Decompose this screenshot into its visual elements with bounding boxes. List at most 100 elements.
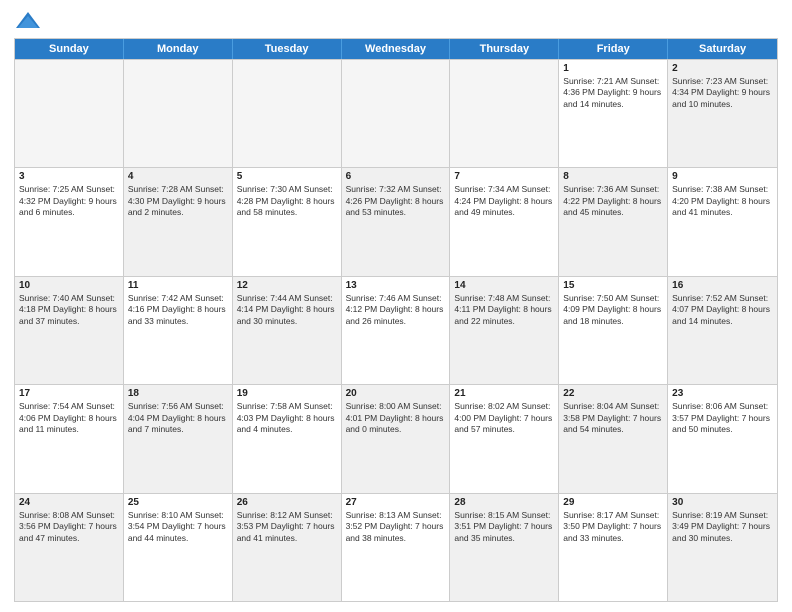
header-day-monday: Monday bbox=[124, 39, 233, 59]
calendar-cell: 5 Sunrise: 7:30 AM Sunset: 4:28 PM Daylig… bbox=[233, 168, 342, 275]
day-number: 15 bbox=[563, 280, 663, 291]
calendar-cell bbox=[233, 60, 342, 167]
cell-content: Sunrise: 8:02 AM Sunset: 4:00 PM Dayligh… bbox=[454, 401, 554, 435]
day-number: 20 bbox=[346, 388, 446, 399]
cell-content: Sunrise: 7:58 AM Sunset: 4:03 PM Dayligh… bbox=[237, 401, 337, 435]
calendar-cell: 9 Sunrise: 7:38 AM Sunset: 4:20 PM Daylig… bbox=[668, 168, 777, 275]
day-number: 21 bbox=[454, 388, 554, 399]
day-number: 18 bbox=[128, 388, 228, 399]
cell-content: Sunrise: 7:40 AM Sunset: 4:18 PM Dayligh… bbox=[19, 293, 119, 327]
calendar-cell: 24 Sunrise: 8:08 AM Sunset: 3:56 PM Dayli… bbox=[15, 494, 124, 601]
header-day-saturday: Saturday bbox=[668, 39, 777, 59]
day-number: 4 bbox=[128, 171, 228, 182]
calendar-cell: 15 Sunrise: 7:50 AM Sunset: 4:09 PM Dayli… bbox=[559, 277, 668, 384]
cell-content: Sunrise: 8:04 AM Sunset: 3:58 PM Dayligh… bbox=[563, 401, 663, 435]
day-number: 7 bbox=[454, 171, 554, 182]
calendar-row-1: 1 Sunrise: 7:21 AM Sunset: 4:36 PM Daylig… bbox=[15, 59, 777, 167]
calendar-cell bbox=[124, 60, 233, 167]
day-number: 2 bbox=[672, 63, 773, 74]
cell-content: Sunrise: 8:06 AM Sunset: 3:57 PM Dayligh… bbox=[672, 401, 773, 435]
day-number: 1 bbox=[563, 63, 663, 74]
day-number: 24 bbox=[19, 497, 119, 508]
cell-content: Sunrise: 8:12 AM Sunset: 3:53 PM Dayligh… bbox=[237, 510, 337, 544]
calendar-cell: 20 Sunrise: 8:00 AM Sunset: 4:01 PM Dayli… bbox=[342, 385, 451, 492]
cell-content: Sunrise: 7:54 AM Sunset: 4:06 PM Dayligh… bbox=[19, 401, 119, 435]
day-number: 19 bbox=[237, 388, 337, 399]
cell-content: Sunrise: 7:44 AM Sunset: 4:14 PM Dayligh… bbox=[237, 293, 337, 327]
cell-content: Sunrise: 8:17 AM Sunset: 3:50 PM Dayligh… bbox=[563, 510, 663, 544]
day-number: 6 bbox=[346, 171, 446, 182]
cell-content: Sunrise: 8:00 AM Sunset: 4:01 PM Dayligh… bbox=[346, 401, 446, 435]
day-number: 8 bbox=[563, 171, 663, 182]
calendar-cell: 1 Sunrise: 7:21 AM Sunset: 4:36 PM Daylig… bbox=[559, 60, 668, 167]
calendar-cell: 14 Sunrise: 7:48 AM Sunset: 4:11 PM Dayli… bbox=[450, 277, 559, 384]
calendar-row-2: 3 Sunrise: 7:25 AM Sunset: 4:32 PM Daylig… bbox=[15, 167, 777, 275]
calendar: SundayMondayTuesdayWednesdayThursdayFrid… bbox=[14, 38, 778, 602]
calendar-row-3: 10 Sunrise: 7:40 AM Sunset: 4:18 PM Dayli… bbox=[15, 276, 777, 384]
calendar-cell: 21 Sunrise: 8:02 AM Sunset: 4:00 PM Dayli… bbox=[450, 385, 559, 492]
calendar-body: 1 Sunrise: 7:21 AM Sunset: 4:36 PM Daylig… bbox=[15, 59, 777, 601]
day-number: 16 bbox=[672, 280, 773, 291]
calendar-cell: 29Sunrise: 8:17 AM Sunset: 3:50 PM Dayli… bbox=[559, 494, 668, 601]
header bbox=[14, 10, 778, 32]
calendar-cell: 2 Sunrise: 7:23 AM Sunset: 4:34 PM Daylig… bbox=[668, 60, 777, 167]
day-number: 22 bbox=[563, 388, 663, 399]
logo bbox=[14, 10, 46, 32]
header-day-tuesday: Tuesday bbox=[233, 39, 342, 59]
calendar-cell: 17 Sunrise: 7:54 AM Sunset: 4:06 PM Dayli… bbox=[15, 385, 124, 492]
header-day-thursday: Thursday bbox=[450, 39, 559, 59]
day-number: 14 bbox=[454, 280, 554, 291]
header-day-friday: Friday bbox=[559, 39, 668, 59]
cell-content: Sunrise: 7:48 AM Sunset: 4:11 PM Dayligh… bbox=[454, 293, 554, 327]
cell-content: Sunrise: 7:38 AM Sunset: 4:20 PM Dayligh… bbox=[672, 184, 773, 218]
calendar-cell: 22 Sunrise: 8:04 AM Sunset: 3:58 PM Dayli… bbox=[559, 385, 668, 492]
day-number: 28 bbox=[454, 497, 554, 508]
cell-content: Sunrise: 7:21 AM Sunset: 4:36 PM Dayligh… bbox=[563, 76, 663, 110]
calendar-cell: 7Sunrise: 7:34 AM Sunset: 4:24 PM Daylig… bbox=[450, 168, 559, 275]
cell-content: Sunrise: 8:08 AM Sunset: 3:56 PM Dayligh… bbox=[19, 510, 119, 544]
calendar-cell: 25Sunrise: 8:10 AM Sunset: 3:54 PM Dayli… bbox=[124, 494, 233, 601]
day-number: 3 bbox=[19, 171, 119, 182]
cell-content: Sunrise: 7:28 AM Sunset: 4:30 PM Dayligh… bbox=[128, 184, 228, 218]
day-number: 9 bbox=[672, 171, 773, 182]
cell-content: Sunrise: 7:52 AM Sunset: 4:07 PM Dayligh… bbox=[672, 293, 773, 327]
calendar-header: SundayMondayTuesdayWednesdayThursdayFrid… bbox=[15, 39, 777, 59]
cell-content: Sunrise: 8:10 AM Sunset: 3:54 PM Dayligh… bbox=[128, 510, 228, 544]
header-day-sunday: Sunday bbox=[15, 39, 124, 59]
cell-content: Sunrise: 7:30 AM Sunset: 4:28 PM Dayligh… bbox=[237, 184, 337, 218]
calendar-cell bbox=[450, 60, 559, 167]
day-number: 27 bbox=[346, 497, 446, 508]
page: SundayMondayTuesdayWednesdayThursdayFrid… bbox=[0, 0, 792, 612]
cell-content: Sunrise: 8:19 AM Sunset: 3:49 PM Dayligh… bbox=[672, 510, 773, 544]
cell-content: Sunrise: 7:42 AM Sunset: 4:16 PM Dayligh… bbox=[128, 293, 228, 327]
calendar-row-4: 17 Sunrise: 7:54 AM Sunset: 4:06 PM Dayli… bbox=[15, 384, 777, 492]
cell-content: Sunrise: 7:56 AM Sunset: 4:04 PM Dayligh… bbox=[128, 401, 228, 435]
calendar-cell: 4 Sunrise: 7:28 AM Sunset: 4:30 PM Daylig… bbox=[124, 168, 233, 275]
calendar-cell: 12 Sunrise: 7:44 AM Sunset: 4:14 PM Dayli… bbox=[233, 277, 342, 384]
cell-content: Sunrise: 7:50 AM Sunset: 4:09 PM Dayligh… bbox=[563, 293, 663, 327]
calendar-cell: 11Sunrise: 7:42 AM Sunset: 4:16 PM Dayli… bbox=[124, 277, 233, 384]
calendar-cell: 19 Sunrise: 7:58 AM Sunset: 4:03 PM Dayli… bbox=[233, 385, 342, 492]
calendar-cell: 30 Sunrise: 8:19 AM Sunset: 3:49 PM Dayli… bbox=[668, 494, 777, 601]
calendar-cell: 6 Sunrise: 7:32 AM Sunset: 4:26 PM Daylig… bbox=[342, 168, 451, 275]
day-number: 23 bbox=[672, 388, 773, 399]
day-number: 12 bbox=[237, 280, 337, 291]
day-number: 13 bbox=[346, 280, 446, 291]
cell-content: Sunrise: 8:13 AM Sunset: 3:52 PM Dayligh… bbox=[346, 510, 446, 544]
cell-content: Sunrise: 8:15 AM Sunset: 3:51 PM Dayligh… bbox=[454, 510, 554, 544]
day-number: 17 bbox=[19, 388, 119, 399]
calendar-cell: 18 Sunrise: 7:56 AM Sunset: 4:04 PM Dayli… bbox=[124, 385, 233, 492]
calendar-cell: 10 Sunrise: 7:40 AM Sunset: 4:18 PM Dayli… bbox=[15, 277, 124, 384]
cell-content: Sunrise: 7:32 AM Sunset: 4:26 PM Dayligh… bbox=[346, 184, 446, 218]
calendar-cell bbox=[342, 60, 451, 167]
calendar-cell: 28 Sunrise: 8:15 AM Sunset: 3:51 PM Dayli… bbox=[450, 494, 559, 601]
calendar-cell bbox=[15, 60, 124, 167]
cell-content: Sunrise: 7:23 AM Sunset: 4:34 PM Dayligh… bbox=[672, 76, 773, 110]
cell-content: Sunrise: 7:46 AM Sunset: 4:12 PM Dayligh… bbox=[346, 293, 446, 327]
day-number: 30 bbox=[672, 497, 773, 508]
cell-content: Sunrise: 7:25 AM Sunset: 4:32 PM Dayligh… bbox=[19, 184, 119, 218]
day-number: 10 bbox=[19, 280, 119, 291]
day-number: 5 bbox=[237, 171, 337, 182]
header-day-wednesday: Wednesday bbox=[342, 39, 451, 59]
calendar-cell: 27 Sunrise: 8:13 AM Sunset: 3:52 PM Dayli… bbox=[342, 494, 451, 601]
